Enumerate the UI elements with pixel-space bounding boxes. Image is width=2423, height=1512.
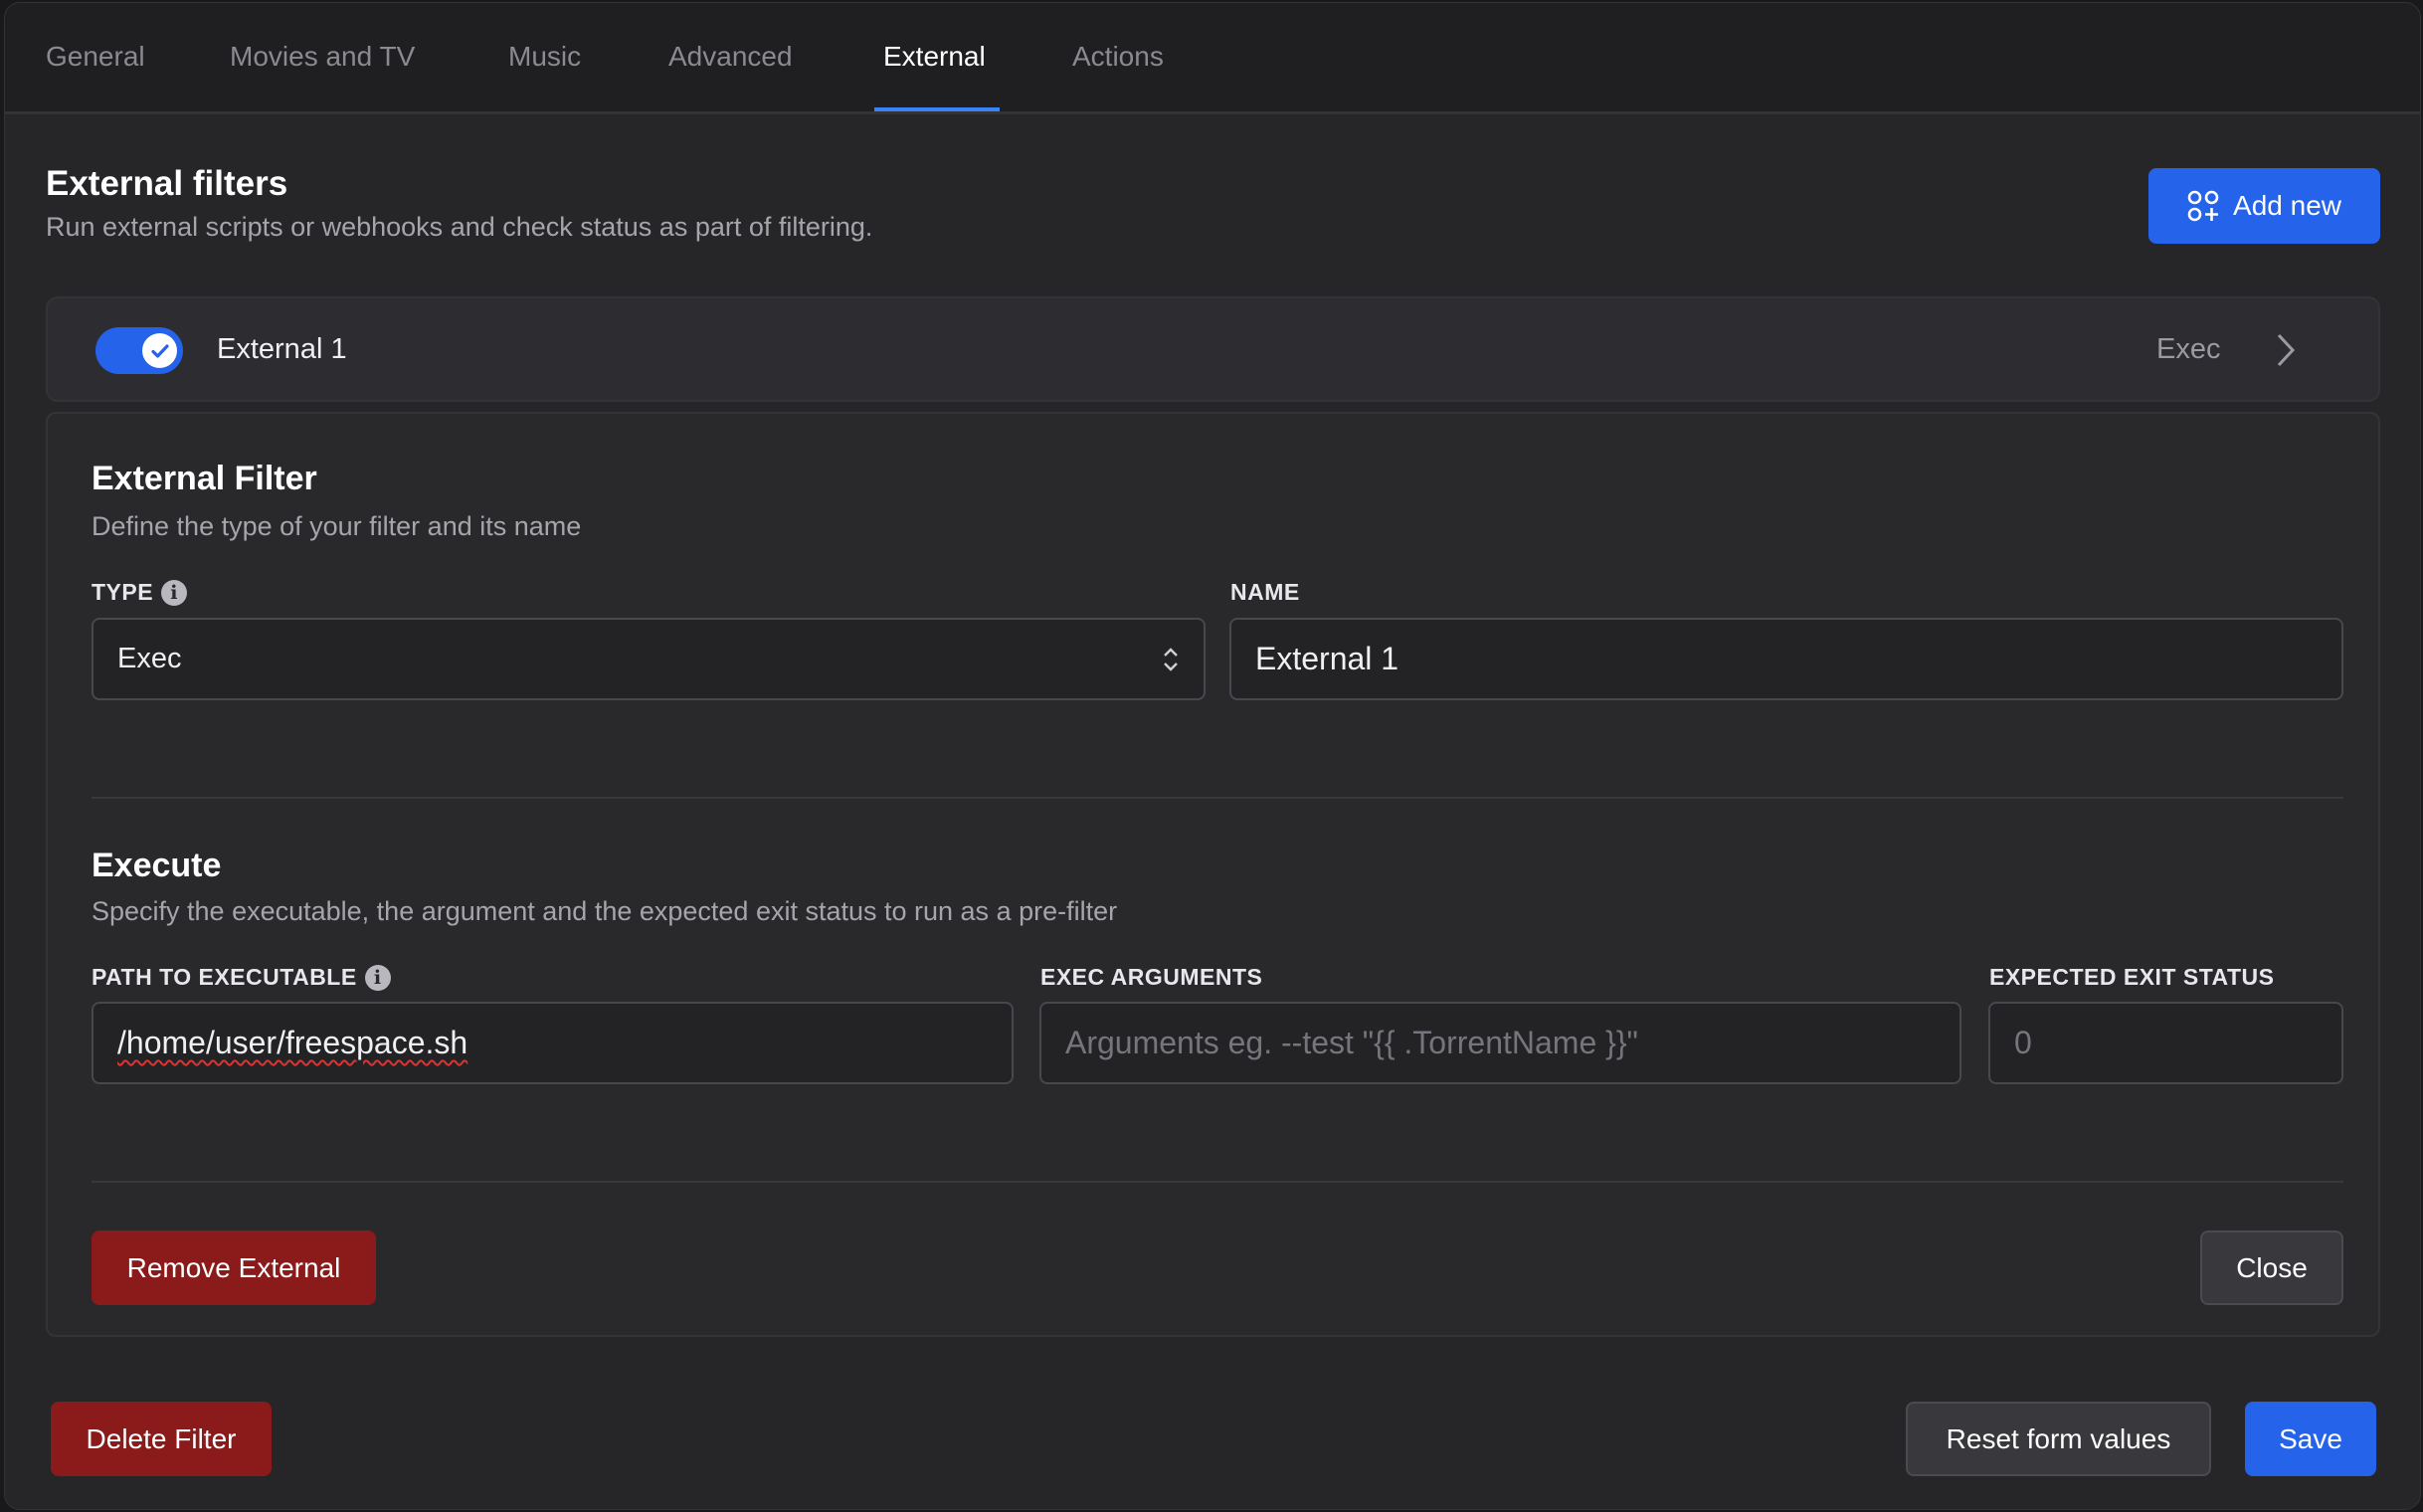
name-label: NAME	[1230, 579, 1300, 605]
tab-external[interactable]: External	[883, 41, 986, 73]
filter-editor-window: General Movies and TV Music Advanced Ext…	[4, 2, 2421, 1510]
section-divider	[92, 797, 2343, 799]
grid-plus-icon	[2187, 190, 2219, 222]
enabled-toggle[interactable]	[95, 327, 183, 374]
section-description: Define the type of your filter and its n…	[92, 511, 582, 541]
tab-actions[interactable]: Actions	[1072, 41, 1164, 73]
args-placeholder: Arguments eg. --test "{{ .TorrentName }}…	[1065, 1025, 1638, 1060]
info-icon[interactable]: i	[364, 964, 391, 991]
add-new-button[interactable]: Add new	[2148, 168, 2380, 244]
info-icon[interactable]: i	[161, 579, 188, 606]
path-label: PATH TO EXECUTABLE i	[92, 964, 391, 991]
active-tab-indicator	[874, 107, 1000, 111]
chevron-right-icon[interactable]	[2274, 331, 2298, 369]
exit-status-label: EXPECTED EXIT STATUS	[1989, 964, 2275, 990]
args-input[interactable]: Arguments eg. --test "{{ .TorrentName }}…	[1039, 1002, 1961, 1084]
section-title-execute: Execute	[92, 847, 222, 884]
section-title-external-filter: External Filter	[92, 460, 317, 497]
reset-form-button[interactable]: Reset form values	[1906, 1402, 2211, 1476]
external-detail-panel: External Filter Define the type of your …	[46, 412, 2380, 1337]
exit-status-input[interactable]: 0	[1988, 1002, 2343, 1084]
delete-filter-button[interactable]: Delete Filter	[51, 1402, 272, 1476]
path-input-value: /home/user/freespace.sh	[117, 1025, 468, 1060]
page-title: External filters	[46, 164, 288, 203]
execute-description: Specify the executable, the argument and…	[92, 896, 1118, 926]
type-select[interactable]: Exec	[92, 618, 1206, 700]
path-label-text: PATH TO EXECUTABLE	[92, 964, 357, 990]
tab-advanced[interactable]: Advanced	[668, 41, 793, 73]
tab-music[interactable]: Music	[508, 41, 581, 73]
name-input[interactable]: External 1	[1229, 618, 2343, 700]
page-subtitle: Run external scripts or webhooks and che…	[46, 212, 873, 242]
type-select-value: Exec	[117, 643, 182, 674]
external-list-item[interactable]: External 1 Exec	[46, 296, 2380, 402]
path-input[interactable]: /home/user/freespace.sh	[92, 1002, 1014, 1084]
external-type: Exec	[2156, 333, 2221, 365]
tab-movies-and-tv[interactable]: Movies and TV	[230, 41, 415, 73]
check-icon	[142, 333, 177, 368]
chevron-up-down-icon	[1164, 648, 1178, 671]
exit-status-placeholder: 0	[2014, 1025, 2032, 1060]
add-new-label: Add new	[2233, 190, 2341, 221]
type-label-text: TYPE	[92, 579, 154, 605]
section-divider	[92, 1181, 2343, 1183]
name-input-value: External 1	[1255, 641, 1399, 676]
type-label: TYPE i	[92, 579, 188, 606]
save-button[interactable]: Save	[2245, 1402, 2376, 1476]
args-label: EXEC ARGUMENTS	[1040, 964, 1263, 990]
tab-bar: General Movies and TV Music Advanced Ext…	[5, 3, 2420, 114]
tab-general[interactable]: General	[46, 41, 145, 73]
remove-external-button[interactable]: Remove External	[92, 1230, 376, 1305]
external-name: External 1	[217, 333, 347, 365]
close-button[interactable]: Close	[2200, 1230, 2343, 1305]
